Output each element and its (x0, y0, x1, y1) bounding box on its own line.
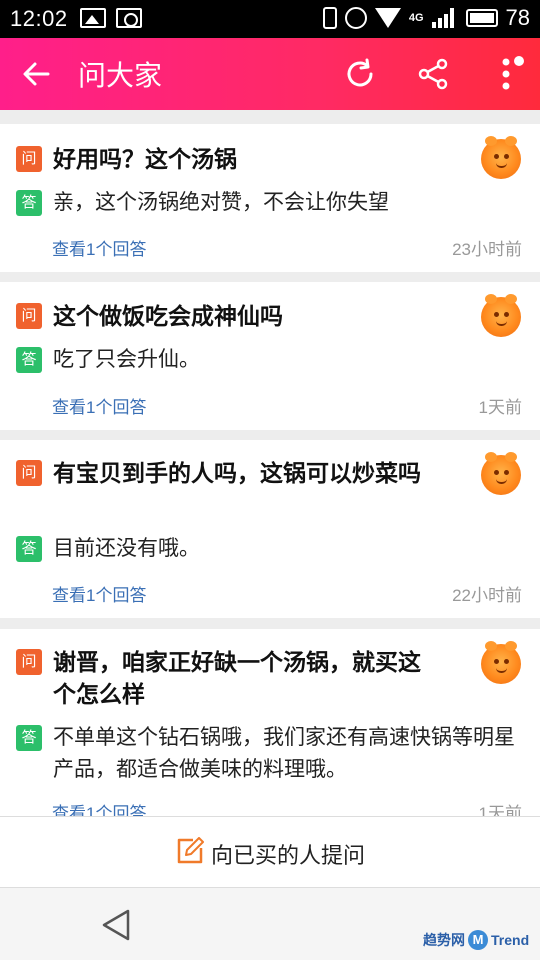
nav-back-icon[interactable] (100, 908, 134, 942)
question-card[interactable]: 问 谢晋，咱家正好缺一个汤锅，就买这个怎么样 答 不单单这个钻石锅哦，我们家还有… (0, 629, 540, 816)
battery-level: 78 (505, 5, 530, 30)
question-time: 23小时前 (452, 240, 522, 259)
share-icon[interactable] (416, 57, 450, 91)
question-list[interactable]: 问 好用吗？这个汤锅 答 亲，这个汤锅绝对赞，不会让你失望 查看1个回答 23小… (0, 110, 540, 816)
question-time: 1天前 (478, 804, 522, 816)
question-text: 谢晋，咱家正好缺一个汤锅，就买这个怎么样 (53, 649, 421, 707)
network-type: 4G (408, 11, 424, 24)
status-time: 12:02 (10, 6, 68, 31)
wifi-icon (374, 8, 401, 28)
status-bar: 12:02 4G 78 (0, 0, 540, 38)
battery-icon (465, 9, 498, 27)
more-icon[interactable] (496, 54, 526, 96)
back-arrow-icon[interactable] (20, 58, 52, 90)
answer-badge: 答 (16, 347, 42, 373)
ask-question-button[interactable]: 向已买的人提问 (0, 816, 540, 888)
question-card[interactable]: 问 有宝贝到手的人吗，这锅可以炒菜吗 答 目前还没有哦。 查看1个回答 22小时… (0, 440, 540, 618)
answer-badge: 答 (16, 725, 42, 751)
image-notification-icon (80, 8, 106, 28)
question-badge: 问 (16, 146, 42, 172)
avatar (481, 452, 521, 495)
avatar (481, 641, 521, 684)
question-card[interactable]: 问 好用吗？这个汤锅 答 亲，这个汤锅绝对赞，不会让你失望 查看1个回答 23小… (0, 124, 540, 272)
answer-text: 吃了只会升仙。 (53, 348, 200, 371)
question-time: 22小时前 (452, 586, 522, 605)
view-answers-link[interactable]: 查看1个回答 (52, 799, 146, 816)
question-text: 好用吗？这个汤锅 (53, 146, 237, 172)
answer-text: 不单单这个钻石锅哦，我们家还有高速快锅等明星产品，都适合做美味的料理哦。 (53, 726, 515, 781)
avatar (481, 136, 521, 179)
question-text: 有宝贝到手的人吗，这锅可以炒菜吗 (53, 460, 421, 486)
vibrate-icon (322, 7, 337, 29)
answer-text: 目前还没有哦。 (53, 537, 200, 560)
view-answers-link[interactable]: 查看1个回答 (52, 393, 146, 418)
question-time: 1天前 (478, 398, 522, 417)
ask-button-label: 向已买的人提问 (211, 843, 366, 868)
app-bar: 问大家 (0, 38, 540, 110)
page-title: 问大家 (78, 60, 163, 91)
question-card[interactable]: 问 这个做饭吃会成神仙吗 答 吃了只会升仙。 查看1个回答 1天前 (0, 282, 540, 430)
signal-icon (431, 8, 458, 28)
question-badge: 问 (16, 460, 42, 486)
question-text: 这个做饭吃会成神仙吗 (53, 303, 283, 329)
edit-icon (177, 837, 204, 864)
question-badge: 问 (16, 649, 42, 675)
refresh-icon[interactable] (343, 57, 377, 91)
watermark-logo: 趋势网 M Trend (423, 930, 530, 950)
watermark-m-icon: M (468, 930, 488, 950)
alarm-icon (344, 7, 367, 29)
avatar (481, 294, 521, 337)
blocked-notification-icon (116, 8, 142, 28)
answer-badge: 答 (16, 536, 42, 562)
view-answers-link[interactable]: 查看1个回答 (52, 581, 146, 606)
question-badge: 问 (16, 303, 42, 329)
view-answers-link[interactable]: 查看1个回答 (52, 235, 146, 260)
answer-badge: 答 (16, 190, 42, 216)
answer-text: 亲，这个汤锅绝对赞，不会让你失望 (53, 191, 389, 214)
